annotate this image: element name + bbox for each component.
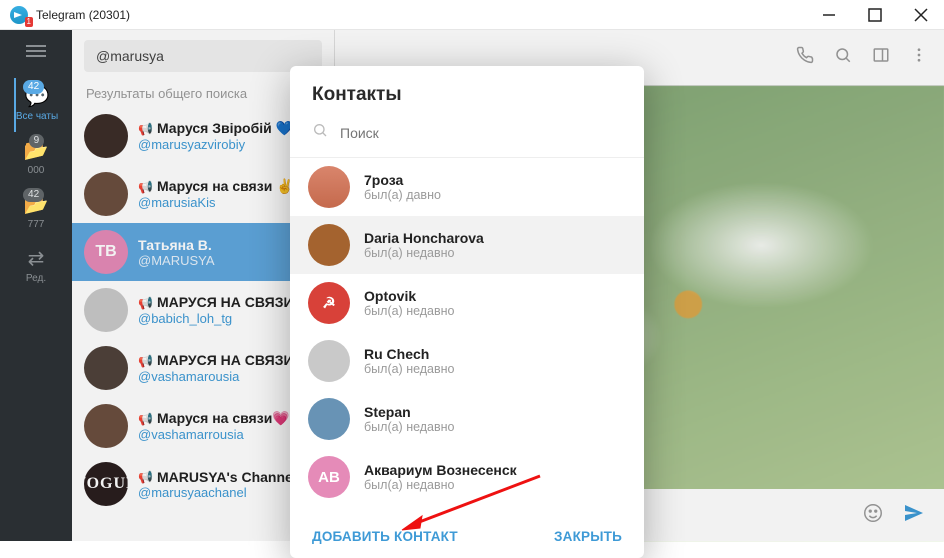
- rail-badge: 9: [29, 134, 45, 148]
- rail-item-3[interactable]: ⇄ Ред.: [14, 240, 58, 294]
- left-rail: 42💬Все чаты9📂00042📂777 ⇄ Ред.: [0, 30, 72, 541]
- contact-status: был(а) недавно: [364, 246, 484, 260]
- avatar: [308, 166, 350, 208]
- contact-status: был(а) недавно: [364, 420, 455, 434]
- rail-badge: 42: [23, 188, 44, 202]
- rail-badge: 42: [23, 80, 44, 94]
- contact-name: Аквариум Вознесенск: [364, 462, 517, 478]
- contact-name: Optovik: [364, 288, 455, 304]
- contact-row-2[interactable]: ☭ Optovikбыл(а) недавно: [290, 274, 644, 332]
- rail-item-1[interactable]: 9📂000: [14, 132, 58, 186]
- modal-footer: ДОБАВИТЬ КОНТАКТ ЗАКРЫТЬ: [290, 515, 644, 558]
- app-badge: 1: [25, 17, 33, 27]
- search-icon: [312, 122, 328, 143]
- contacts-list[interactable]: 7розабыл(а) давноDaria Honcharovaбыл(а) …: [290, 158, 644, 515]
- contact-row-0[interactable]: 7розабыл(а) давно: [290, 158, 644, 216]
- titlebar: 1 Telegram (20301): [0, 0, 944, 30]
- modal-search-row: [290, 116, 644, 158]
- telegram-icon: 1: [10, 6, 28, 24]
- menu-icon[interactable]: [26, 42, 46, 60]
- contact-name: Stepan: [364, 404, 455, 420]
- contact-row-4[interactable]: Stepanбыл(а) недавно: [290, 390, 644, 448]
- contact-name: 7роза: [364, 172, 441, 188]
- rail-label: Все чаты: [16, 111, 58, 122]
- rail-label: Ред.: [14, 273, 58, 284]
- minimize-button[interactable]: [806, 0, 852, 30]
- avatar: АВ: [308, 456, 350, 498]
- contact-name: Daria Honcharova: [364, 230, 484, 246]
- close-modal-button[interactable]: ЗАКРЫТЬ: [554, 529, 622, 544]
- maximize-button[interactable]: [852, 0, 898, 30]
- rail-label: 777: [14, 219, 58, 230]
- rail-icon: ⇄: [14, 246, 58, 271]
- contact-status: был(а) давно: [364, 188, 441, 202]
- contacts-modal: Контакты 7розабыл(а) давноDaria Honcharo…: [290, 66, 644, 558]
- contact-row-5[interactable]: АВ Аквариум Вознесенскбыл(а) недавно: [290, 448, 644, 506]
- avatar: [308, 398, 350, 440]
- window-title: Telegram (20301): [36, 8, 130, 22]
- add-contact-button[interactable]: ДОБАВИТЬ КОНТАКТ: [312, 529, 458, 544]
- avatar: [308, 224, 350, 266]
- contact-status: был(а) недавно: [364, 304, 455, 318]
- close-button[interactable]: [898, 0, 944, 30]
- contact-row-1[interactable]: Daria Honcharovaбыл(а) недавно: [290, 216, 644, 274]
- contact-status: был(а) недавно: [364, 478, 517, 492]
- rail-item-0[interactable]: 42💬Все чаты: [14, 78, 58, 132]
- contact-status: был(а) недавно: [364, 362, 455, 376]
- modal-title: Контакты: [290, 66, 644, 116]
- avatar: [308, 340, 350, 382]
- contact-name: Ru Chech: [364, 346, 455, 362]
- contact-row-3[interactable]: Ru Chechбыл(а) недавно: [290, 332, 644, 390]
- rail-label: 000: [14, 165, 58, 176]
- rail-item-2[interactable]: 42📂777: [14, 186, 58, 240]
- modal-search-input[interactable]: [340, 125, 622, 141]
- avatar: ☭: [308, 282, 350, 324]
